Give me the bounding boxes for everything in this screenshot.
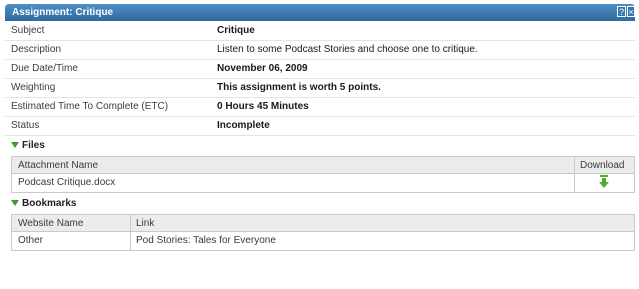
table-row: Other Pod Stories: Tales for Everyone	[12, 232, 634, 249]
detail-row-due-date: Due Date/Time November 06, 2009	[5, 60, 635, 78]
download-arrow-icon[interactable]	[598, 175, 610, 189]
detail-value: Incomplete	[217, 120, 270, 131]
detail-label: Due Date/Time	[11, 63, 78, 74]
help-icon[interactable]: ?	[617, 6, 626, 17]
detail-label: Weighting	[11, 82, 56, 93]
table-row: Podcast Critique.docx	[12, 174, 634, 191]
bookmarks-table: Website Name Link Other Pod Stories: Tal…	[11, 214, 635, 251]
files-table: Attachment Name Download Podcast Critiqu…	[11, 156, 635, 193]
panel-title: Assignment: Critique	[12, 7, 114, 18]
detail-value: Critique	[217, 25, 255, 36]
expand-arrow-icon	[11, 142, 19, 148]
detail-label: Description	[11, 44, 62, 55]
detail-row-description: Description Listen to some Podcast Stori…	[5, 41, 635, 59]
column-header-link[interactable]: Link	[136, 218, 154, 229]
files-section-toggle[interactable]: Files	[11, 140, 45, 151]
detail-row-subject: Subject Critique	[5, 22, 635, 40]
bookmarks-table-header: Website Name Link	[12, 215, 634, 232]
detail-value: November 06, 2009	[217, 63, 308, 74]
bookmark-site-name: Other	[18, 235, 44, 246]
expand-arrow-icon	[11, 200, 19, 206]
bookmarks-section-toggle[interactable]: Bookmarks	[11, 198, 76, 209]
column-header-download[interactable]: Download	[580, 160, 624, 171]
detail-row-etc: Estimated Time To Complete (ETC) 0 Hours…	[5, 98, 635, 116]
detail-label: Status	[11, 120, 40, 131]
assignment-panel: Assignment: Critique ? × Subject Critiqu…	[5, 4, 635, 289]
bookmarks-heading: Bookmarks	[22, 198, 77, 209]
divider	[5, 135, 635, 136]
detail-row-weighting: Weighting This assignment is worth 5 poi…	[5, 79, 635, 97]
detail-value: This assignment is worth 5 points.	[217, 82, 381, 93]
panel-titlebar: Assignment: Critique ? ×	[5, 4, 635, 21]
column-header-website-name[interactable]: Website Name	[18, 218, 83, 229]
attachment-name[interactable]: Podcast Critique.docx	[18, 177, 115, 188]
detail-value: 0 Hours 45 Minutes	[217, 101, 309, 112]
files-heading: Files	[22, 140, 45, 151]
detail-value: Listen to some Podcast Stories and choos…	[217, 44, 478, 55]
detail-row-status: Status Incomplete	[5, 117, 635, 135]
detail-label: Estimated Time To Complete (ETC)	[11, 101, 169, 112]
close-icon[interactable]: ×	[627, 6, 635, 17]
bookmark-link[interactable]: Pod Stories: Tales for Everyone	[136, 235, 276, 246]
detail-label: Subject	[11, 25, 45, 36]
files-table-header: Attachment Name Download	[12, 157, 634, 174]
column-header-attachment-name[interactable]: Attachment Name	[18, 160, 98, 171]
